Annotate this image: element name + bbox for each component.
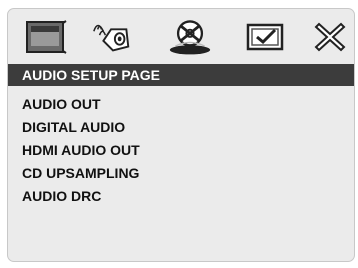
disc-icon[interactable]	[168, 17, 212, 57]
menu-item-cd-upsampling[interactable]: CD UPSAMPLING	[22, 162, 140, 185]
checkbox-preferences-icon[interactable]	[244, 17, 288, 57]
menu-item-hdmi-audio-out[interactable]: HDMI AUDIO OUT	[22, 139, 140, 162]
menu-item-audio-drc[interactable]: AUDIO DRC	[22, 185, 140, 208]
tv-display-icon[interactable]	[24, 17, 68, 57]
menu-item-digital-audio[interactable]: DIGITAL AUDIO	[22, 116, 140, 139]
setup-icon-bar	[8, 9, 354, 63]
page-title: AUDIO SETUP PAGE	[22, 67, 160, 83]
setup-menu-panel: AUDIO SETUP PAGE AUDIO OUT DIGITAL AUDIO…	[7, 8, 355, 262]
close-x-icon[interactable]	[308, 17, 352, 57]
audio-settings-list: AUDIO OUT DIGITAL AUDIO HDMI AUDIO OUT C…	[22, 93, 140, 208]
menu-item-audio-out[interactable]: AUDIO OUT	[22, 93, 140, 116]
speaker-sound-icon[interactable]	[90, 17, 134, 57]
